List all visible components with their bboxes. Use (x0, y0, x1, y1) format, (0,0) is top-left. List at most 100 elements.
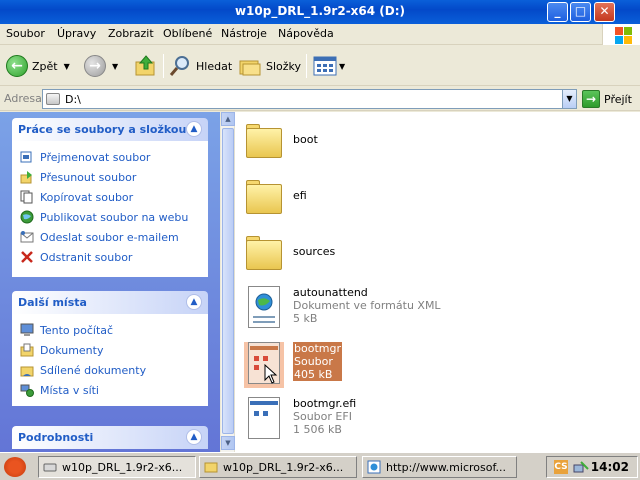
rename-file-link[interactable]: Přejmenovat soubor (20, 149, 150, 165)
network-places-link[interactable]: Místa v síti (20, 382, 99, 398)
back-arrow-icon: ← (6, 55, 28, 77)
windows-logo-icon (602, 24, 640, 45)
forward-arrow-icon: → (84, 55, 106, 77)
taskbar-button-explorer-1[interactable]: w10p_DRL_1.9r2-x6... (38, 456, 196, 478)
network-icon (20, 384, 34, 397)
shared-documents-link[interactable]: Sdílené dokumenty (20, 362, 146, 378)
file-name: autounattend (293, 286, 368, 299)
menu-view[interactable]: Zobrazit (108, 27, 154, 40)
details-panel-header[interactable]: Podrobnosti ▲ (12, 426, 208, 449)
maximize-button[interactable]: □ (570, 2, 591, 22)
drive-icon (46, 93, 60, 105)
menu-help[interactable]: Nápověda (278, 27, 334, 40)
taskbar-button-browser[interactable]: http://www.microsof... (362, 456, 517, 478)
search-button[interactable]: Hledat (168, 52, 232, 80)
file-name: bootmgr (294, 342, 341, 355)
menu-tools[interactable]: Nástroje (221, 27, 267, 40)
places-panel: Tento počítač Dokumenty Sdílené dokument… (12, 314, 208, 406)
system-tray: CS 14:02 (546, 456, 638, 478)
web-page-icon (367, 460, 381, 474)
network-tray-icon[interactable] (573, 460, 589, 476)
chevron-down-icon[interactable]: ▼ (339, 62, 345, 71)
shared-folder-icon (20, 366, 34, 377)
my-computer-link[interactable]: Tento počítač (20, 322, 113, 338)
email-icon (20, 231, 34, 243)
email-file-link[interactable]: Odeslat soubor e-mailem (20, 229, 179, 245)
menu-bar: Soubor Úpravy Zobrazit Oblíbené Nástroje… (0, 24, 640, 45)
copy-file-link[interactable]: Kopírovat soubor (20, 189, 133, 205)
chevron-down-icon[interactable]: ▼ (64, 62, 70, 71)
folder-icon (244, 232, 284, 278)
menu-file[interactable]: Soubor (6, 27, 45, 40)
language-indicator[interactable]: CS (554, 460, 568, 474)
address-input[interactable]: D:\ ▼ (42, 89, 577, 109)
documents-link[interactable]: Dokumenty (20, 342, 103, 358)
views-icon (313, 56, 337, 76)
address-dropdown-button[interactable]: ▼ (562, 90, 576, 108)
task-pane: Práce se soubory a složkou ▲ Přejmenovat… (0, 112, 220, 452)
file-type: Dokument ve formátu XML (293, 299, 441, 312)
back-button[interactable]: ← Zpět ▼ (6, 52, 70, 80)
rename-icon (20, 151, 32, 163)
scroll-up-arrow-icon[interactable]: ▲ (221, 112, 235, 126)
go-arrow-icon: → (582, 90, 600, 108)
folders-button[interactable]: Složky (238, 52, 301, 80)
address-bar: Adresa D:\ ▼ → Přejít (0, 87, 640, 111)
file-name: boot (293, 133, 318, 146)
chevron-down-icon[interactable]: ▼ (112, 62, 118, 71)
views-button[interactable]: ▼ (313, 52, 345, 80)
scroll-thumb[interactable] (222, 128, 234, 434)
taskbar: w10p_DRL_1.9r2-x6... w10p_DRL_1.9r2-x6..… (0, 452, 640, 480)
file-type: Soubor (294, 355, 333, 368)
menu-edit[interactable]: Úpravy (57, 27, 96, 40)
search-icon (169, 56, 189, 76)
address-label: Adresa (4, 92, 42, 105)
go-button[interactable]: → Přejít (582, 90, 632, 108)
menu-favorites[interactable]: Oblíbené (163, 27, 212, 40)
minimize-button[interactable]: _ (547, 2, 568, 22)
application-file-icon (244, 342, 284, 388)
vertical-scrollbar[interactable]: ▲ ▼ (221, 112, 235, 452)
toolbar: ← Zpět ▼ → ▼ Hledat Složky ▼ (0, 46, 640, 86)
taskbar-button-explorer-2[interactable]: w10p_DRL_1.9r2-x6... (199, 456, 357, 478)
scroll-down-arrow-icon[interactable]: ▼ (221, 436, 235, 450)
folders-icon (239, 60, 261, 76)
toolbar-separator (306, 54, 307, 78)
places-panel-header[interactable]: Další místa ▲ (12, 291, 208, 314)
collapse-icon[interactable]: ▲ (186, 121, 202, 137)
file-type: Soubor EFI (293, 410, 352, 423)
move-file-link[interactable]: Přesunout soubor (20, 169, 136, 185)
folder-icon (204, 462, 218, 473)
toolbar-separator (163, 54, 164, 78)
mouse-cursor-icon (264, 364, 278, 384)
copy-icon (20, 190, 33, 204)
window-title: w10p_DRL_1.9r2-x64 (D:) (234, 4, 406, 18)
tasks-panel-header[interactable]: Práce se soubory a složkou ▲ (12, 118, 208, 141)
drive-icon (43, 463, 57, 472)
file-size: 1 506 kB (293, 423, 342, 436)
clock[interactable]: 14:02 (591, 460, 629, 474)
collapse-icon[interactable]: ▲ (186, 294, 202, 310)
globe-icon (20, 210, 34, 224)
forward-button[interactable]: → ▼ (84, 52, 118, 80)
delete-icon (21, 251, 33, 263)
file-name: efi (293, 189, 307, 202)
title-bar[interactable]: w10p_DRL_1.9r2-x64 (D:) _ □ ✕ (0, 0, 640, 24)
publish-file-link[interactable]: Publikovat soubor na webu (20, 209, 188, 225)
file-size: 5 kB (293, 312, 318, 325)
folder-icon (244, 120, 284, 166)
up-folder-button[interactable] (134, 52, 158, 80)
file-name: bootmgr.efi (293, 397, 357, 410)
computer-icon (20, 323, 34, 336)
tasks-panel: Přejmenovat soubor Přesunout soubor Kopí… (12, 141, 208, 277)
xml-document-icon (244, 286, 284, 332)
efi-file-icon (244, 397, 284, 443)
expand-icon[interactable]: ▲ (186, 429, 202, 445)
address-value: D:\ (65, 93, 81, 106)
file-name: sources (293, 245, 336, 258)
file-size: 405 kB (294, 368, 333, 381)
start-menu-icon[interactable] (4, 457, 26, 477)
delete-file-link[interactable]: Odstranit soubor (20, 249, 132, 265)
up-folder-icon (135, 55, 155, 76)
close-button[interactable]: ✕ (594, 2, 615, 22)
